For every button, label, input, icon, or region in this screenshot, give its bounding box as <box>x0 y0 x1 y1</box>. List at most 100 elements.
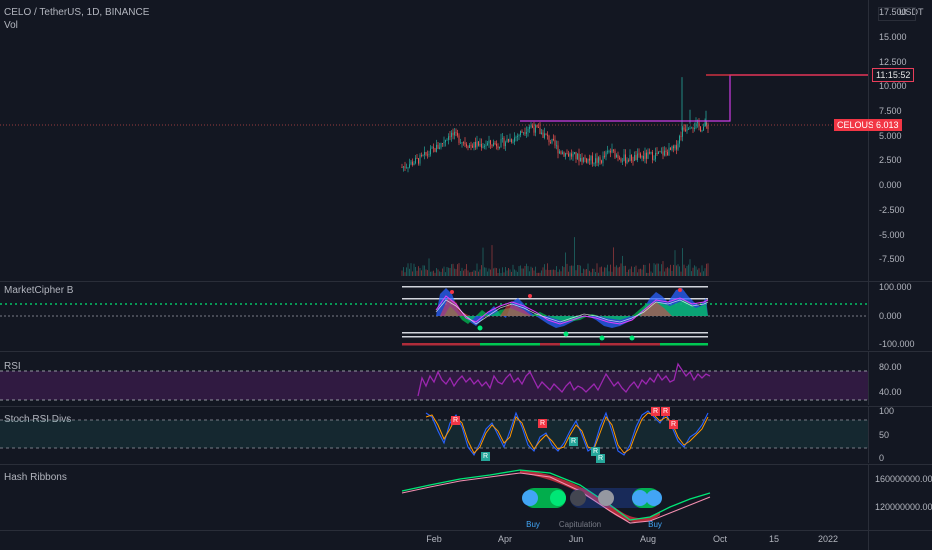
volume-bar <box>440 271 442 276</box>
marketcipher-pane[interactable]: MarketCipher B <box>0 282 868 350</box>
candle-body <box>401 167 403 168</box>
volume-bar <box>707 263 709 276</box>
candle-body <box>580 158 581 162</box>
candle-body <box>616 154 617 158</box>
price-pane[interactable]: CELO / TetherUS, 1D, BINANCE Vol <box>0 0 868 281</box>
volume-bar <box>628 269 629 276</box>
candle-body <box>409 164 410 168</box>
candle-body <box>625 154 626 164</box>
candle-body <box>602 155 604 163</box>
candle-body <box>443 142 445 144</box>
candle-body <box>544 133 545 138</box>
volume-bar <box>574 237 575 276</box>
candle-body <box>500 138 502 148</box>
candle-body <box>604 155 605 157</box>
candle-body <box>548 135 550 143</box>
volume-bar <box>509 269 511 276</box>
candle-body <box>535 125 536 133</box>
candle-body <box>446 139 448 141</box>
volume-bar <box>611 271 613 276</box>
candle-body <box>581 158 583 162</box>
candle-body <box>458 135 460 143</box>
time-axis[interactable]: Feb Apr Jun Aug Oct 15 2022 <box>0 531 868 550</box>
candle-body <box>431 147 433 149</box>
volume-bar <box>472 271 473 276</box>
bull-div-tag: R <box>596 454 606 463</box>
axis-corner[interactable] <box>868 531 932 550</box>
volume-bar <box>587 263 589 276</box>
candle-body <box>502 138 503 139</box>
candle-body <box>574 152 575 154</box>
candle-body <box>637 153 638 160</box>
candle-body <box>437 144 439 149</box>
candle-body <box>619 157 620 159</box>
hash-tick: 160000000.000 <box>875 474 932 484</box>
volume-bar <box>470 271 472 276</box>
candle-body <box>494 142 496 144</box>
candle-body <box>650 152 652 154</box>
volume-bar <box>430 271 431 276</box>
hash-axis[interactable]: 160000000.000 120000000.000 <box>868 465 932 530</box>
volume-bar <box>655 264 656 276</box>
volume-bar <box>485 267 487 276</box>
volume-bar <box>445 272 446 276</box>
volume-bar <box>572 265 574 276</box>
candle-body <box>404 166 406 168</box>
candle-body <box>634 155 635 161</box>
volume-bar <box>599 267 601 276</box>
candle-body <box>647 152 649 159</box>
volume-bar <box>442 268 443 276</box>
volume-bar <box>424 265 425 276</box>
candle-body <box>572 153 574 157</box>
rsi-pane[interactable]: RSI <box>0 352 868 405</box>
candle-body <box>418 158 419 164</box>
price-axis[interactable]: USDT 17.500 15.000 12.500 10.000 7.500 5… <box>868 0 932 281</box>
volume-bar <box>409 268 410 276</box>
volume-bar <box>404 272 406 276</box>
volume-bar <box>401 270 403 276</box>
volume-bar <box>517 271 518 276</box>
candle-body <box>635 155 637 160</box>
volume-bar <box>454 268 455 276</box>
volume-bar <box>478 271 479 276</box>
volume-bar <box>562 266 563 276</box>
volume-bar <box>649 263 650 276</box>
candle-body <box>476 141 478 148</box>
volume-bar <box>650 271 652 276</box>
volume-bar <box>616 265 617 276</box>
volume-bar <box>479 269 481 276</box>
candle-body <box>527 128 529 133</box>
volume-bar <box>493 268 494 276</box>
marketcipher-axis[interactable]: 100.000 0.000 -100.000 <box>868 282 932 350</box>
volume-bar <box>586 269 587 276</box>
stoch-pane[interactable]: Stoch RSI Divs R R R R R R R R R <box>0 407 868 463</box>
stoch-axis[interactable]: 100 50 0 <box>868 406 932 463</box>
stoch-tick: 100 <box>879 406 895 416</box>
hash-pane[interactable]: Hash Ribbons Buy Capitulation Buy <box>0 465 868 530</box>
candle-body <box>428 154 430 156</box>
bear-div-tag: R <box>651 407 661 416</box>
volume-bar <box>533 270 535 276</box>
rsi-axis[interactable]: 80.00 40.00 <box>868 352 932 405</box>
volume-bar <box>617 267 619 276</box>
candle-body <box>412 161 413 165</box>
candle-body <box>451 132 452 137</box>
currency-box[interactable] <box>878 7 916 21</box>
candle-body <box>649 152 650 154</box>
volume-bar <box>506 270 508 276</box>
candle-body <box>643 156 644 159</box>
volume-bar <box>511 271 512 276</box>
candle-body <box>505 142 506 147</box>
candle-body <box>434 148 436 152</box>
candle-body <box>442 143 443 144</box>
volume-bar <box>469 272 470 276</box>
bull-div-tag: R <box>569 437 579 446</box>
volume-bar <box>428 258 430 276</box>
candle-body <box>491 144 493 147</box>
candle-body <box>670 147 671 150</box>
candle-body <box>610 151 611 153</box>
candle-body <box>652 152 653 160</box>
candle-body <box>707 125 709 130</box>
volume-bar <box>544 264 545 276</box>
price-tick: 15.000 <box>879 32 907 42</box>
